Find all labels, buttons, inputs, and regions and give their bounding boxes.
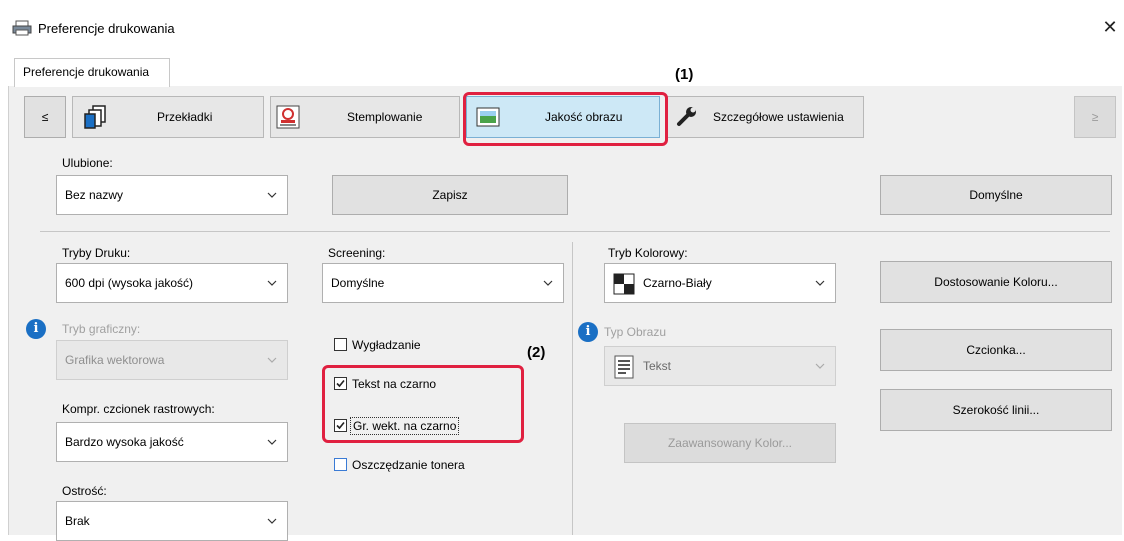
pages-icon [84, 105, 106, 129]
screening-select[interactable]: Domyślne [322, 263, 564, 303]
category-label: Przekładki [157, 110, 213, 124]
category-szczegolowe-ustawienia[interactable]: Szczegółowe ustawienia [666, 96, 864, 138]
callout-label-1: (1) [675, 66, 694, 83]
font-button[interactable]: Czcionka... [880, 329, 1112, 371]
column-divider [572, 242, 573, 535]
line-width-button[interactable]: Szerokość linii... [880, 389, 1112, 431]
defaults-button[interactable]: Domyślne [880, 175, 1112, 215]
text-document-icon [614, 355, 634, 379]
category-stemplowanie[interactable]: Stemplowanie [270, 96, 460, 138]
section-divider [40, 231, 1110, 232]
info-icon: i [26, 319, 46, 339]
bitmap-compression-value: Bardzo wysoka jakość [65, 435, 184, 449]
color-mode-value: Czarno-Biały [643, 276, 712, 290]
callout-box-1 [463, 92, 668, 146]
toner-save-checkbox[interactable] [334, 458, 347, 471]
graphics-mode-label: Tryb graficzny: [62, 322, 141, 336]
printer-icon [12, 20, 32, 36]
chevron-down-icon [267, 439, 277, 445]
sharpness-select[interactable]: Brak [56, 501, 288, 541]
black-white-icon [613, 273, 635, 295]
print-mode-value: 600 dpi (wysoka jakość) [65, 276, 194, 290]
screening-value: Domyślne [331, 276, 385, 290]
save-button[interactable]: Zapisz [332, 175, 568, 215]
print-mode-select[interactable]: 600 dpi (wysoka jakość) [56, 263, 288, 303]
image-type-label: Typ Obrazu [604, 325, 667, 339]
chevron-down-icon [267, 192, 277, 198]
tab-print-preferences[interactable]: Preferencje drukowania [14, 58, 170, 87]
chevron-down-icon [543, 280, 553, 286]
category-label: Stemplowanie [347, 110, 423, 124]
callout-label-2: (2) [527, 344, 546, 361]
smoothing-checkbox[interactable] [334, 338, 347, 351]
callout-box-2 [322, 365, 524, 443]
image-type-value: Tekst [643, 359, 672, 373]
print-mode-label: Tryby Druku: [62, 246, 131, 260]
image-type-select[interactable]: Tekst [604, 346, 836, 386]
favorites-select[interactable]: Bez nazwy [56, 175, 288, 215]
chevron-down-icon [815, 280, 825, 286]
advanced-color-button[interactable]: Zaawansowany Kolor... [624, 423, 836, 463]
info-icon: i [578, 322, 598, 342]
screening-label: Screening: [328, 246, 386, 260]
bitmap-compression-label: Kompr. czcionek rastrowych: [62, 402, 215, 416]
stamp-icon [276, 105, 300, 129]
next-category-button[interactable]: ≥ [1074, 96, 1116, 138]
wrench-icon [677, 107, 696, 126]
smoothing-label: Wygładzanie [352, 338, 421, 352]
color-mode-select[interactable]: Czarno-Biały [604, 263, 836, 303]
chevron-down-icon [267, 518, 277, 524]
color-mode-label: Tryb Kolorowy: [608, 246, 688, 260]
category-label: Szczegółowe ustawienia [713, 110, 844, 124]
favorites-value: Bez nazwy [65, 188, 124, 202]
chevron-down-icon [267, 280, 277, 286]
bitmap-compression-select[interactable]: Bardzo wysoka jakość [56, 422, 288, 462]
chevron-down-icon [267, 357, 277, 363]
window-title: Preferencje drukowania [38, 21, 175, 36]
color-adjust-button[interactable]: Dostosowanie Koloru... [880, 261, 1112, 303]
close-icon[interactable]: ✕ [1098, 15, 1122, 39]
favorites-label: Ulubione: [62, 156, 113, 170]
toner-save-label: Oszczędzanie tonera [352, 458, 465, 472]
sharpness-value: Brak [65, 514, 90, 528]
sharpness-label: Ostrość: [62, 484, 107, 498]
graphics-mode-select[interactable]: Grafika wektorowa [56, 340, 288, 380]
chevron-down-icon [815, 363, 825, 369]
graphics-mode-value: Grafika wektorowa [65, 353, 165, 367]
prev-category-button[interactable]: ≤ [24, 96, 66, 138]
category-przekladki[interactable]: Przekładki [72, 96, 264, 138]
settings-panel [8, 86, 1122, 535]
